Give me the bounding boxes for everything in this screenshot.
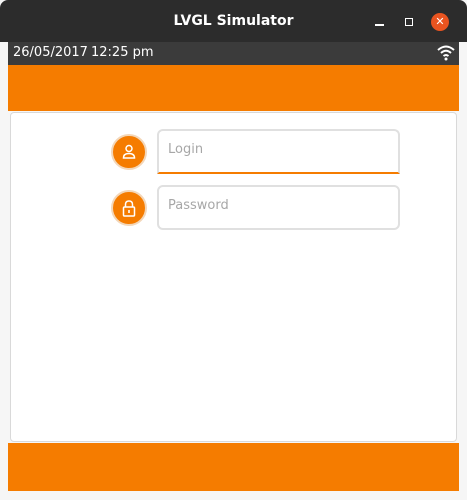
status-time: 12:25 pm	[91, 45, 154, 60]
close-icon: ✕	[435, 15, 445, 28]
maximize-button[interactable]	[401, 14, 417, 30]
maximize-icon	[405, 18, 413, 26]
minimize-icon	[375, 24, 384, 26]
login-input[interactable]	[168, 138, 388, 160]
status-bar: 26/05/2017 12:25 pm	[8, 42, 459, 65]
window-titlebar[interactable]: LVGL Simulator ✕	[0, 0, 467, 42]
user-icon-badge	[111, 134, 147, 170]
wifi-icon	[437, 45, 455, 61]
status-date: 26/05/2017	[13, 45, 88, 60]
simulator-window: LVGL Simulator ✕ 26/05/2017 12:25 pm	[0, 0, 467, 500]
header-band	[8, 65, 459, 111]
footer-band	[8, 443, 459, 491]
close-button[interactable]: ✕	[431, 13, 449, 31]
password-input[interactable]	[168, 194, 388, 216]
minimize-button[interactable]	[372, 14, 388, 30]
user-icon	[122, 144, 136, 159]
lock-icon-badge	[111, 190, 147, 226]
lock-icon	[122, 200, 136, 217]
password-field[interactable]	[157, 185, 400, 230]
login-field[interactable]	[157, 129, 400, 174]
window-title: LVGL Simulator	[173, 13, 294, 29]
